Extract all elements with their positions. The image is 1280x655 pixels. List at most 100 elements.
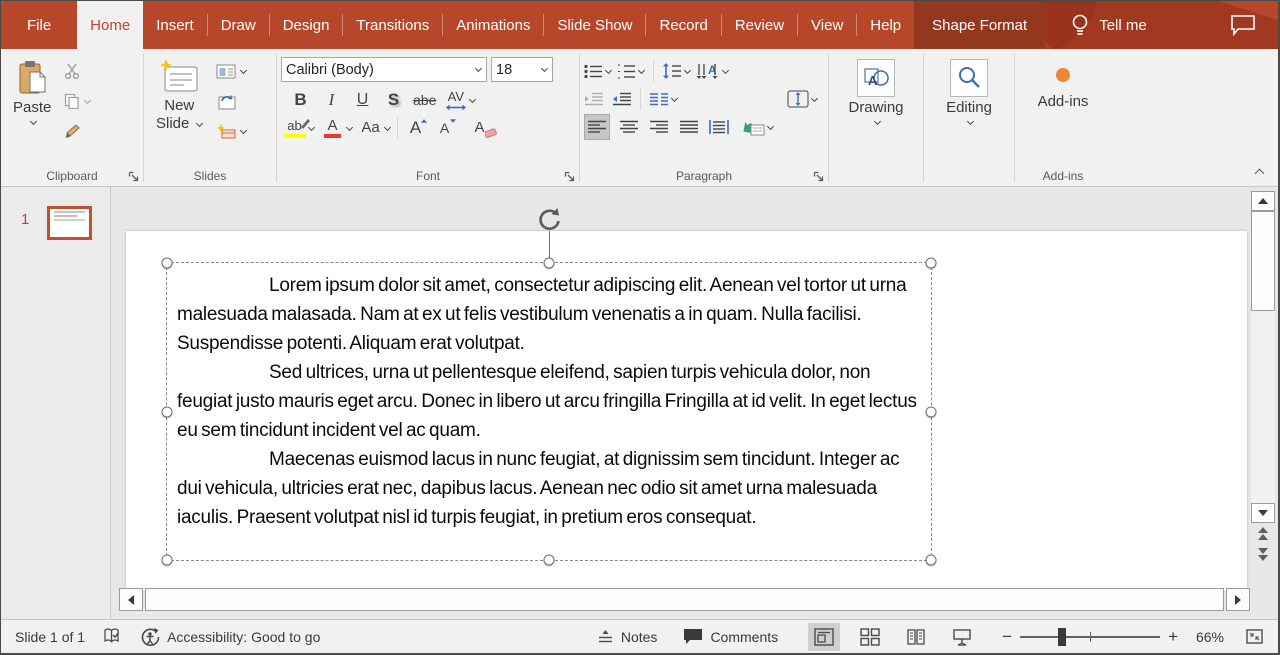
clear-formatting-button[interactable]: A [468, 116, 491, 140]
scroll-right-button[interactable] [1226, 588, 1250, 611]
spell-check-button[interactable] [103, 628, 122, 645]
align-right-button[interactable] [647, 115, 670, 139]
slide-layout-button[interactable] [213, 59, 250, 83]
format-painter-button[interactable] [61, 119, 94, 143]
tab-design[interactable]: Design [270, 1, 343, 49]
collapse-ribbon-button[interactable] [1253, 164, 1264, 182]
columns-button[interactable] [649, 92, 678, 106]
justify-icon [680, 120, 698, 134]
align-left-button[interactable] [584, 114, 610, 140]
convert-to-smartart-button[interactable] [741, 119, 774, 136]
triangle-up-icon [1258, 198, 1268, 204]
tab-record[interactable]: Record [646, 1, 720, 49]
italic-button[interactable]: I [320, 88, 343, 112]
slide-thumbnail[interactable] [47, 206, 92, 240]
tab-view[interactable]: View [798, 1, 856, 49]
text-direction-button[interactable]: A [696, 63, 729, 80]
tab-shape-format[interactable]: Shape Format [914, 1, 1045, 49]
selected-textbox[interactable]: Lorem ipsum dolor sit amet, consectetur … [166, 262, 932, 561]
align-center-button[interactable] [617, 115, 640, 139]
paste-button[interactable]: Paste [5, 55, 59, 166]
previous-slide-button[interactable] [1258, 523, 1268, 544]
slide-sorter-view-button[interactable] [854, 623, 886, 651]
strikethrough-button[interactable]: abe [413, 88, 436, 112]
editing-button[interactable]: Editing [938, 55, 1000, 166]
fit-slide-to-window-button[interactable] [1238, 623, 1270, 651]
underline-button[interactable]: U [351, 88, 374, 112]
resize-handle-middle-right[interactable] [926, 406, 937, 417]
next-slide-button[interactable] [1258, 544, 1268, 565]
accessibility-checker-button[interactable]: Accessibility: Good to go [140, 627, 320, 647]
justify-button[interactable] [677, 115, 700, 139]
section-button[interactable] [213, 119, 250, 143]
addins-icon [1055, 67, 1071, 83]
font-name-combobox[interactable]: Calibri (Body) [281, 57, 487, 82]
zoom-slider-thumb[interactable] [1058, 628, 1066, 646]
resize-handle-bottom-center[interactable] [544, 555, 555, 566]
text-shadow-button[interactable]: S [382, 88, 405, 112]
resize-handle-bottom-left[interactable] [162, 555, 173, 566]
copy-button[interactable] [61, 89, 94, 113]
increase-indent-button[interactable] [612, 92, 632, 106]
resize-handle-bottom-right[interactable] [926, 555, 937, 566]
distribute-text-button[interactable] [707, 115, 730, 139]
tab-insert[interactable]: Insert [143, 1, 207, 49]
bold-button[interactable]: B [289, 88, 312, 112]
paragraph-dialog-launcher[interactable] [811, 169, 825, 183]
vertical-scrollbar-track[interactable] [1251, 311, 1275, 503]
resize-handle-middle-left[interactable] [162, 406, 173, 417]
reading-view-button[interactable] [900, 623, 932, 651]
comments-bubble-icon[interactable] [1230, 14, 1256, 36]
resize-handle-top-center[interactable] [544, 258, 555, 269]
tab-file[interactable]: File [1, 1, 77, 49]
horizontal-scrollbar-thumb[interactable] [145, 588, 1224, 611]
tab-draw[interactable]: Draw [208, 1, 269, 49]
tab-help[interactable]: Help [857, 1, 914, 49]
bullets-button[interactable] [584, 64, 612, 79]
addins-button[interactable]: Add-ins [1030, 55, 1097, 166]
resize-handle-top-left[interactable] [162, 258, 173, 269]
font-size-combobox[interactable]: 18 [491, 57, 553, 82]
font-color-button[interactable]: A [321, 119, 353, 138]
comments-button[interactable]: Comments [683, 628, 778, 645]
decrease-font-size-button[interactable]: A [433, 116, 456, 140]
clipboard-dialog-launcher[interactable] [126, 169, 140, 183]
chevron-down-icon [811, 94, 818, 101]
tab-slide-show[interactable]: Slide Show [544, 1, 645, 49]
align-right-icon [650, 120, 668, 134]
scroll-left-button[interactable] [119, 588, 143, 611]
tab-home[interactable]: Home [77, 1, 143, 49]
rotate-handle[interactable] [536, 206, 562, 232]
tab-transitions[interactable]: Transitions [343, 1, 442, 49]
increase-font-size-button[interactable]: A [404, 116, 427, 140]
change-case-button[interactable]: Aa [359, 116, 391, 140]
line-spacing-button[interactable] [662, 63, 691, 79]
new-slide-button[interactable]: NewSlide [148, 55, 211, 166]
zoom-out-button[interactable]: − [1002, 628, 1012, 645]
triangle-down-icon [1258, 510, 1268, 516]
cut-button[interactable] [61, 59, 94, 83]
tab-animations[interactable]: Animations [443, 1, 543, 49]
tab-review[interactable]: Review [722, 1, 797, 49]
resize-handle-top-right[interactable] [926, 258, 937, 269]
drawing-button[interactable]: A Drawing [840, 55, 911, 166]
scroll-up-button[interactable] [1251, 191, 1275, 211]
zoom-level[interactable]: 66% [1186, 629, 1224, 645]
decrease-indent-button[interactable] [584, 92, 604, 106]
reset-slide-button[interactable] [213, 89, 250, 113]
zoom-in-button[interactable]: + [1168, 628, 1178, 645]
notes-button[interactable]: Notes [597, 629, 658, 645]
slide-show-button[interactable] [946, 623, 978, 651]
character-spacing-button[interactable]: AV [444, 90, 476, 111]
highlight-color-button[interactable]: ab [283, 119, 315, 138]
font-dialog-launcher[interactable] [562, 169, 576, 183]
vertical-scrollbar-thumb[interactable] [1251, 211, 1275, 311]
normal-view-button[interactable] [808, 623, 840, 651]
align-text-button[interactable] [787, 90, 824, 108]
tell-me-button[interactable]: Tell me [1071, 1, 1147, 49]
textbox-content[interactable]: Lorem ipsum dolor sit amet, consectetur … [167, 263, 931, 532]
zoom-slider[interactable] [1020, 636, 1160, 638]
slide-indicator[interactable]: Slide 1 of 1 [15, 629, 85, 645]
scroll-down-button[interactable] [1251, 503, 1275, 523]
numbering-button[interactable] [617, 64, 645, 79]
